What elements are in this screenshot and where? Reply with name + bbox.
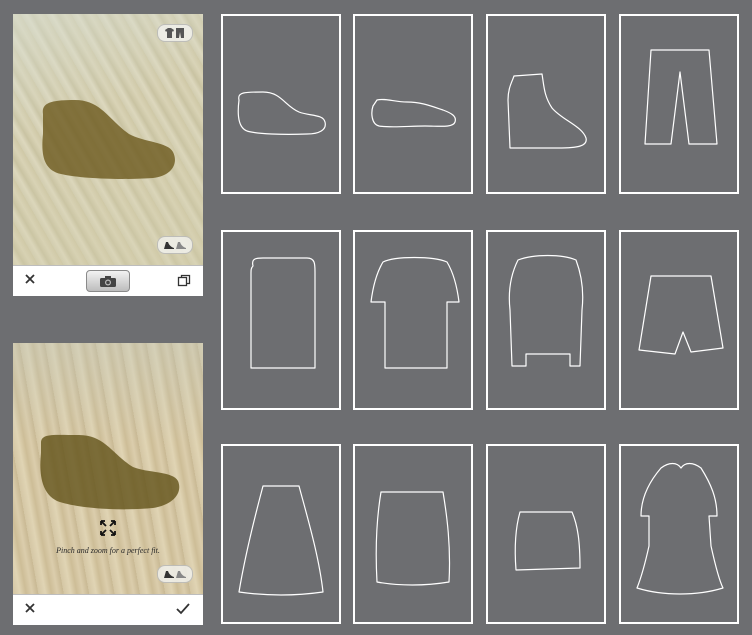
a-line-skirt-outline-icon — [238, 485, 324, 596]
sneaker-outline-icon — [371, 98, 456, 128]
template-card-mini-skirt[interactable] — [486, 444, 606, 624]
shoes-icon — [164, 242, 186, 249]
shoes-category-button[interactable] — [157, 236, 193, 254]
dress-outline-icon — [636, 462, 724, 595]
template-card-ankle-boot[interactable] — [486, 14, 606, 194]
copy-icon[interactable] — [177, 274, 191, 288]
checkmark-icon[interactable] — [175, 602, 191, 616]
pinch-zoom-icon — [100, 520, 116, 536]
pinch-zoom-hint: Pinch and zoom for a perfect fit. — [56, 546, 160, 555]
template-card-straight-skirt[interactable] — [353, 444, 473, 624]
mini-skirt-outline-icon — [514, 511, 581, 571]
shorts-outline-icon — [638, 275, 724, 355]
trousers-outline-icon — [644, 49, 718, 145]
close-icon[interactable] — [23, 272, 37, 286]
template-card-trousers[interactable] — [619, 14, 739, 194]
template-card-dress[interactable] — [619, 444, 739, 624]
camera-preview — [13, 14, 203, 265]
boot-outline-icon — [237, 91, 326, 135]
template-card-shorts[interactable] — [619, 230, 739, 410]
template-card-a-line-skirt[interactable] — [221, 444, 341, 624]
clothing-icon — [165, 28, 184, 38]
template-card-rectangle-top[interactable] — [221, 230, 341, 410]
shoe-template-overlay[interactable] — [13, 14, 203, 265]
t-shirt-outline-icon — [370, 256, 460, 369]
capture-button[interactable] — [86, 270, 130, 292]
shoe-template-overlay[interactable] — [13, 343, 203, 594]
fit-toolbar — [13, 594, 203, 625]
shoes-category-button[interactable] — [157, 565, 193, 583]
close-icon[interactable] — [23, 601, 37, 615]
camera-icon — [100, 275, 116, 287]
clothing-category-button[interactable] — [157, 24, 193, 42]
template-card-tunic[interactable] — [486, 230, 606, 410]
camera-toolbar — [13, 265, 203, 296]
tunic-outline-icon — [508, 254, 584, 367]
ankle-boot-outline-icon — [507, 73, 587, 149]
template-card-boot-low[interactable] — [221, 14, 341, 194]
shoes-icon — [164, 571, 186, 578]
template-card-t-shirt[interactable] — [353, 230, 473, 410]
straight-skirt-outline-icon — [375, 491, 451, 586]
fit-preview: Pinch and zoom for a perfect fit. — [13, 343, 203, 594]
template-card-sneaker[interactable] — [353, 14, 473, 194]
top-outline-icon — [250, 257, 316, 369]
